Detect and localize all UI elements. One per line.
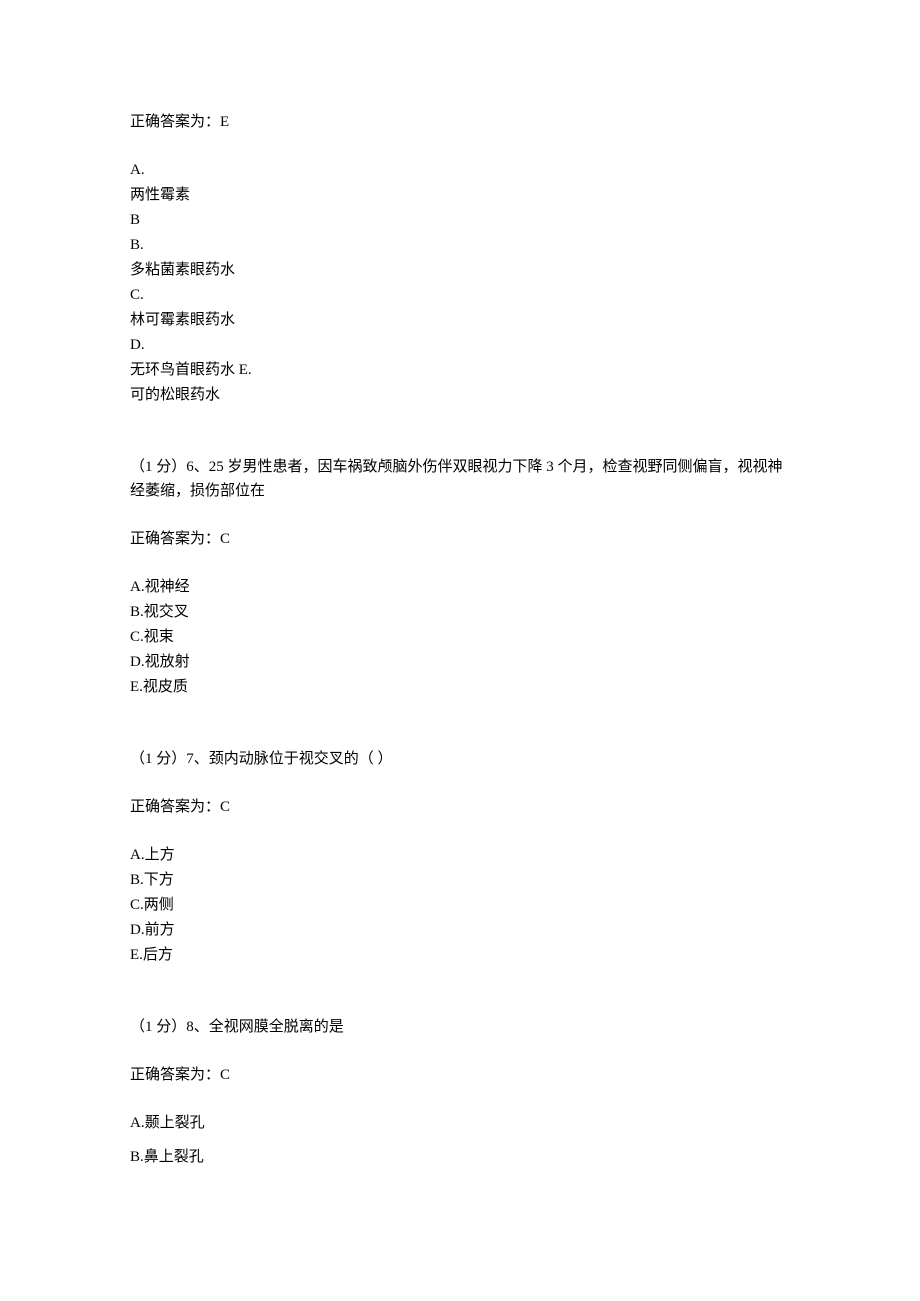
option-a-text: 两性霉素 (130, 183, 790, 207)
option-a: A.颞上裂孔 (130, 1111, 790, 1135)
question-6-options: A.视神经 B.视交叉 C.视束 D.视放射 E.视皮质 (130, 575, 790, 699)
option-a: A.上方 (130, 843, 790, 867)
option-b-label1: B (130, 208, 790, 232)
question-text: （1 分）7、颈内动脉位于视交叉的（ ） (130, 747, 790, 771)
option-c: C.视束 (130, 625, 790, 649)
option-d-text: 无环鸟首眼药水 E. (130, 358, 790, 382)
option-b: B.下方 (130, 868, 790, 892)
option-a-label: A. (130, 158, 790, 182)
option-b-text: 多粘菌素眼药水 (130, 258, 790, 282)
answer-text: 正确答案为：C (130, 795, 790, 819)
question-text: （1 分）8、全视网膜全脱离的是 (130, 1015, 790, 1039)
answer-text: 正确答案为：C (130, 1063, 790, 1087)
question-text: （1 分）6、25 岁男性患者，因车祸致颅脑外伤伴双眼视力下降 3 个月，检查视… (130, 455, 790, 503)
question-8-options: A.颞上裂孔 B.鼻上裂孔 (130, 1111, 790, 1169)
option-d-label: D. (130, 333, 790, 357)
answer-text: 正确答案为：C (130, 527, 790, 551)
option-c-text: 林可霉素眼药水 (130, 308, 790, 332)
option-e: E.后方 (130, 943, 790, 967)
option-e-text: 可的松眼药水 (130, 383, 790, 407)
option-c-label: C. (130, 283, 790, 307)
option-b: B.鼻上裂孔 (130, 1145, 790, 1169)
question-8: （1 分）8、全视网膜全脱离的是 (130, 1015, 790, 1039)
question-6: （1 分）6、25 岁男性患者，因车祸致颅脑外伤伴双眼视力下降 3 个月，检查视… (130, 455, 790, 503)
option-b: B.视交叉 (130, 600, 790, 624)
option-d: D.前方 (130, 918, 790, 942)
option-a: A.视神经 (130, 575, 790, 599)
question-7: （1 分）7、颈内动脉位于视交叉的（ ） (130, 747, 790, 771)
option-d: D.视放射 (130, 650, 790, 674)
option-e: E.视皮质 (130, 675, 790, 699)
answer-text: 正确答案为：E (130, 110, 790, 134)
option-c: C.两侧 (130, 893, 790, 917)
question-5-options: A. 两性霉素 B B. 多粘菌素眼药水 C. 林可霉素眼药水 D. 无环鸟首眼… (130, 158, 790, 407)
question-7-options: A.上方 B.下方 C.两侧 D.前方 E.后方 (130, 843, 790, 967)
option-b-label2: B. (130, 233, 790, 257)
